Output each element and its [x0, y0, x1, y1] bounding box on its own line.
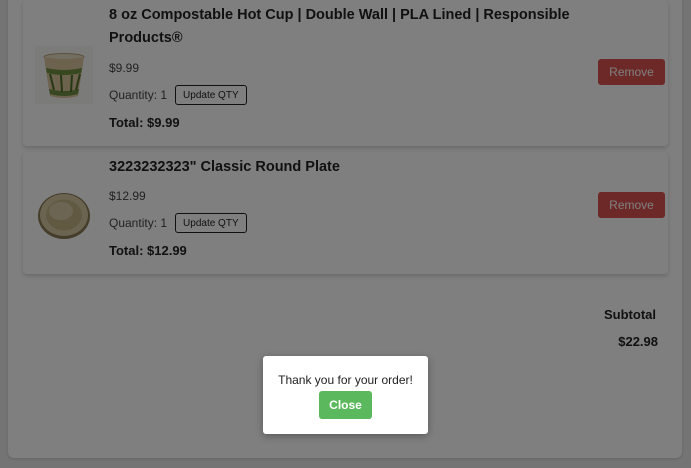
close-button[interactable]: Close	[319, 391, 372, 419]
order-confirmation-modal: Thank you for your order! Close	[263, 356, 428, 434]
modal-message: Thank you for your order!	[278, 373, 413, 387]
